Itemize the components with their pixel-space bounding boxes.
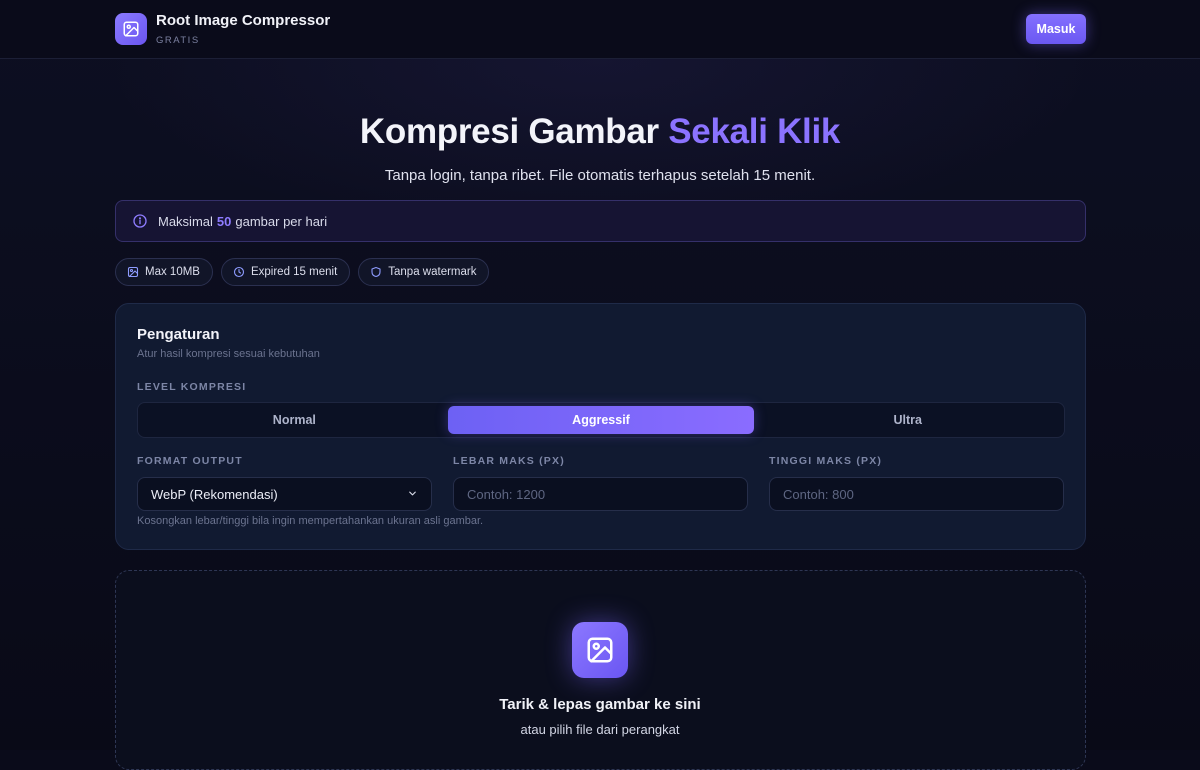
max-height-input[interactable]: Contoh: 800	[769, 477, 1064, 511]
page-title-accent: Sekali Klik	[668, 112, 841, 151]
dimension-hint: Kosongkan lebar/tinggi bila ingin memper…	[137, 515, 484, 527]
compression-level-selector: Normal Aggressif Ultra	[137, 402, 1065, 438]
clock-icon	[233, 266, 245, 278]
format-output-label: FORMAT OUTPUT	[137, 455, 243, 467]
chip-max-size: Max 10MB	[115, 258, 213, 286]
max-width-input[interactable]: Contoh: 1200	[453, 477, 748, 511]
chip-label: Tanpa watermark	[388, 266, 477, 278]
image-upload-icon	[572, 622, 628, 678]
daily-limit-notice: Maksimal 50 gambar per hari	[115, 200, 1086, 242]
shield-icon	[371, 266, 381, 278]
page-title-main: Kompresi Gambar	[359, 112, 669, 151]
dropzone-subtitle[interactable]: atau pilih file dari perangkat	[116, 722, 1084, 737]
settings-title: Pengaturan	[137, 326, 220, 343]
image-icon	[127, 266, 139, 278]
notice-suffix: gambar per hari	[235, 213, 328, 229]
settings-panel: Pengaturan Atur hasil kompresi sesuai ke…	[115, 303, 1086, 550]
upload-dropzone[interactable]: Tarik & lepas gambar ke sini atau pilih …	[115, 570, 1086, 770]
max-width-label: LEBAR MAKS (PX)	[453, 455, 565, 467]
login-button[interactable]: Masuk	[1026, 14, 1086, 44]
chip-label: Expired 15 menit	[250, 266, 338, 278]
chevron-down-icon	[407, 487, 418, 502]
page-subtitle: Tanpa login, tanpa ribet. File otomatis …	[384, 167, 816, 184]
level-option-normal[interactable]: Normal	[141, 406, 448, 434]
chip-no-watermark: Tanpa watermark	[358, 258, 490, 286]
level-option-ultra[interactable]: Ultra	[754, 406, 1061, 434]
notice-count: 50	[216, 213, 232, 229]
top-bar: Root Image Compressor GRATIS Masuk	[0, 0, 1200, 59]
dropzone-title: Tarik & lepas gambar ke sini	[499, 696, 701, 713]
compression-level-label: LEVEL KOMPRESI	[137, 381, 247, 393]
level-option-aggressif[interactable]: Aggressif	[447, 406, 755, 434]
settings-subtitle: Atur hasil kompresi sesuai kebutuhan	[137, 348, 320, 360]
app-tag: GRATIS	[156, 35, 200, 46]
chip-expired: Expired 15 menit	[220, 258, 351, 286]
format-output-value: WebP (Rekomendasi)	[151, 486, 278, 502]
feature-chips: Max 10MB Expired 15 menit Tanpa watermar…	[115, 258, 490, 286]
page-title: Kompresi Gambar Sekali Klik	[0, 112, 1200, 152]
format-output-select[interactable]: WebP (Rekomendasi)	[137, 477, 432, 511]
info-icon	[132, 213, 148, 229]
max-height-label: TINGGI MAKS (PX)	[769, 455, 883, 467]
chip-label: Max 10MB	[145, 266, 200, 278]
notice-prefix: Maksimal	[158, 213, 213, 229]
app-name: Root Image Compressor	[156, 12, 331, 29]
app-logo-image-icon	[115, 13, 147, 45]
